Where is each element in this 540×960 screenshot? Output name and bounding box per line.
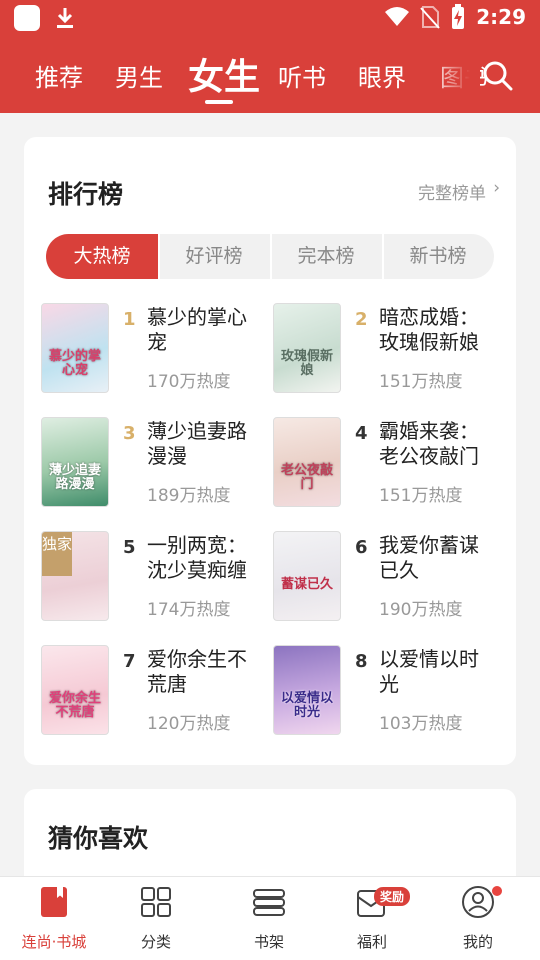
status-bar: 2:29 [0,0,540,36]
reward-badge: 奖励 [374,887,411,906]
book-item[interactable]: 老公夜敲门 4 霸婚来袭：老公夜敲门 151万热度 [273,417,505,517]
bottom-nav-label: 福利 [356,933,387,951]
exclusive-badge: 独家 [42,532,72,576]
ranking-title: 排行榜 [48,180,124,209]
book-heat: 103万热度 [379,714,463,734]
guess-you-like-card: 猜你喜欢 [24,789,516,889]
book-item[interactable]: 玫瑰假新娘 2 暗恋成婚：玫瑰假新娘 151万热度 [273,303,505,403]
rank-number: 5 [123,537,136,558]
book-item[interactable]: 薄少追妻路漫漫 3 薄少追妻路漫漫 189万热度 [41,417,273,517]
bottom-nav-label: 我的 [462,933,493,951]
ranking-tab-new[interactable]: 新书榜 [382,234,494,279]
book-item[interactable]: 慕少的掌心宠 1 慕少的掌心宠 170万热度 [41,303,273,403]
bottom-nav-profile[interactable]: 我的 [424,877,532,960]
rank-number: 1 [123,309,136,330]
book-heat: 170万热度 [147,372,231,392]
tab-recommend[interactable]: 推荐 [35,58,83,93]
book-item[interactable]: 以爱情以时光 8 以爱情以时光 103万热度 [273,645,505,745]
tab-horizon[interactable]: 眼界 [358,58,406,93]
bottom-nav-bookstore[interactable]: 连尚·书城 [0,877,108,960]
tabs-fade [430,44,480,106]
book-title: 爱你余生不荒唐 [147,647,247,696]
ranking-tabs: 大热榜 好评榜 完本榜 新书榜 [46,234,494,279]
book-item[interactable]: 蓄谋已久 6 我爱你蓄谋已久 190万热度 [273,531,505,631]
book-heat: 151万热度 [379,372,463,392]
book-title: 我爱你蓄谋已久 [379,533,479,582]
battery-charging-icon [452,4,465,29]
book-heat: 120万热度 [147,714,231,734]
cover-title: 薄少追妻路漫漫 [48,463,101,492]
book-heat: 189万热度 [147,486,231,506]
app-header: 2:29 推荐 男生 女生 听书 眼界 图书 [0,0,540,113]
book-heat: 151万热度 [379,486,463,506]
bookshelf-icon [253,889,285,916]
bottom-nav-label: 书架 [253,933,284,951]
no-sim-icon [420,6,440,29]
profile-icon [462,886,494,918]
book-cover[interactable]: 以爱情以时光 [273,645,341,735]
channel-tabs: 推荐 男生 女生 听书 眼界 图书 [0,44,540,106]
notification-dot [492,886,502,896]
cover-title: 老公夜敲门 [280,463,333,492]
wifi-icon [385,7,410,26]
book-title: 暗恋成婚：玫瑰假新娘 [379,305,479,354]
bottom-nav-label: 连尚·书城 [21,933,87,951]
book-title: 以爱情以时光 [379,647,479,696]
book-cover[interactable]: 独家 [41,531,109,621]
tab-male[interactable]: 男生 [115,58,163,93]
book-item[interactable]: 独家 5 一别两宽：沈少莫痴缠 174万热度 [41,531,273,631]
book-item[interactable]: 爱你余生不荒唐 7 爱你余生不荒唐 120万热度 [41,645,273,745]
ranking-tab-completed[interactable]: 完本榜 [270,234,382,279]
ranking-card: 排行榜 完整榜单 › 大热榜 好评榜 完本榜 新书榜 慕少的掌心宠 1 慕少的掌… [24,137,516,765]
rank-number: 6 [355,537,368,558]
rank-number: 7 [123,651,136,672]
bottom-nav-category[interactable]: 分类 [102,877,210,960]
ranking-tab-hot[interactable]: 大热榜 [46,234,158,279]
cover-title: 蓄谋已久 [280,577,333,592]
book-cover[interactable]: 蓄谋已久 [273,531,341,621]
rank-number: 8 [355,651,368,672]
rank-number: 3 [123,423,136,444]
cover-title: 慕少的掌心宠 [48,349,101,378]
rank-number: 2 [355,309,368,330]
search-icon[interactable] [482,60,514,92]
category-grid-icon [141,887,171,917]
guess-title: 猜你喜欢 [48,824,149,853]
chevron-right-icon[interactable]: › [493,178,500,198]
bottom-nav-label: 分类 [140,933,171,951]
ranking-tab-rated[interactable]: 好评榜 [158,234,270,279]
book-title: 慕少的掌心宠 [147,305,247,354]
cover-title: 爱你余生不荒唐 [48,691,101,720]
bottom-nav-welfare[interactable]: 奖励 福利 [318,877,426,960]
bottom-nav-bookshelf[interactable]: 书架 [215,877,323,960]
bookstore-icon [41,887,67,917]
tab-audiobook[interactable]: 听书 [278,58,326,93]
cover-title: 以爱情以时光 [280,691,333,720]
book-cover[interactable]: 慕少的掌心宠 [41,303,109,393]
book-heat: 174万热度 [147,600,231,620]
download-icon [57,8,73,28]
bottom-nav: 连尚·书城 分类 书架 奖励 福利 我的 [0,876,540,960]
active-tab-indicator [205,100,233,104]
book-cover[interactable]: 薄少追妻路漫漫 [41,417,109,507]
book-title: 薄少追妻路漫漫 [147,419,247,468]
book-heat: 190万热度 [379,600,463,620]
book-cover[interactable]: 老公夜敲门 [273,417,341,507]
status-time: 2:29 [476,5,526,29]
book-title: 霸婚来袭：老公夜敲门 [379,419,479,468]
tab-female[interactable]: 女生 [188,48,260,100]
book-cover[interactable]: 爱你余生不荒唐 [41,645,109,735]
full-ranking-link[interactable]: 完整榜单 [418,179,486,204]
app-notification-icon [14,5,40,31]
rank-number: 4 [355,423,368,444]
cover-title: 玫瑰假新娘 [280,349,333,378]
book-title: 一别两宽：沈少莫痴缠 [147,533,247,582]
book-cover[interactable]: 玫瑰假新娘 [273,303,341,393]
